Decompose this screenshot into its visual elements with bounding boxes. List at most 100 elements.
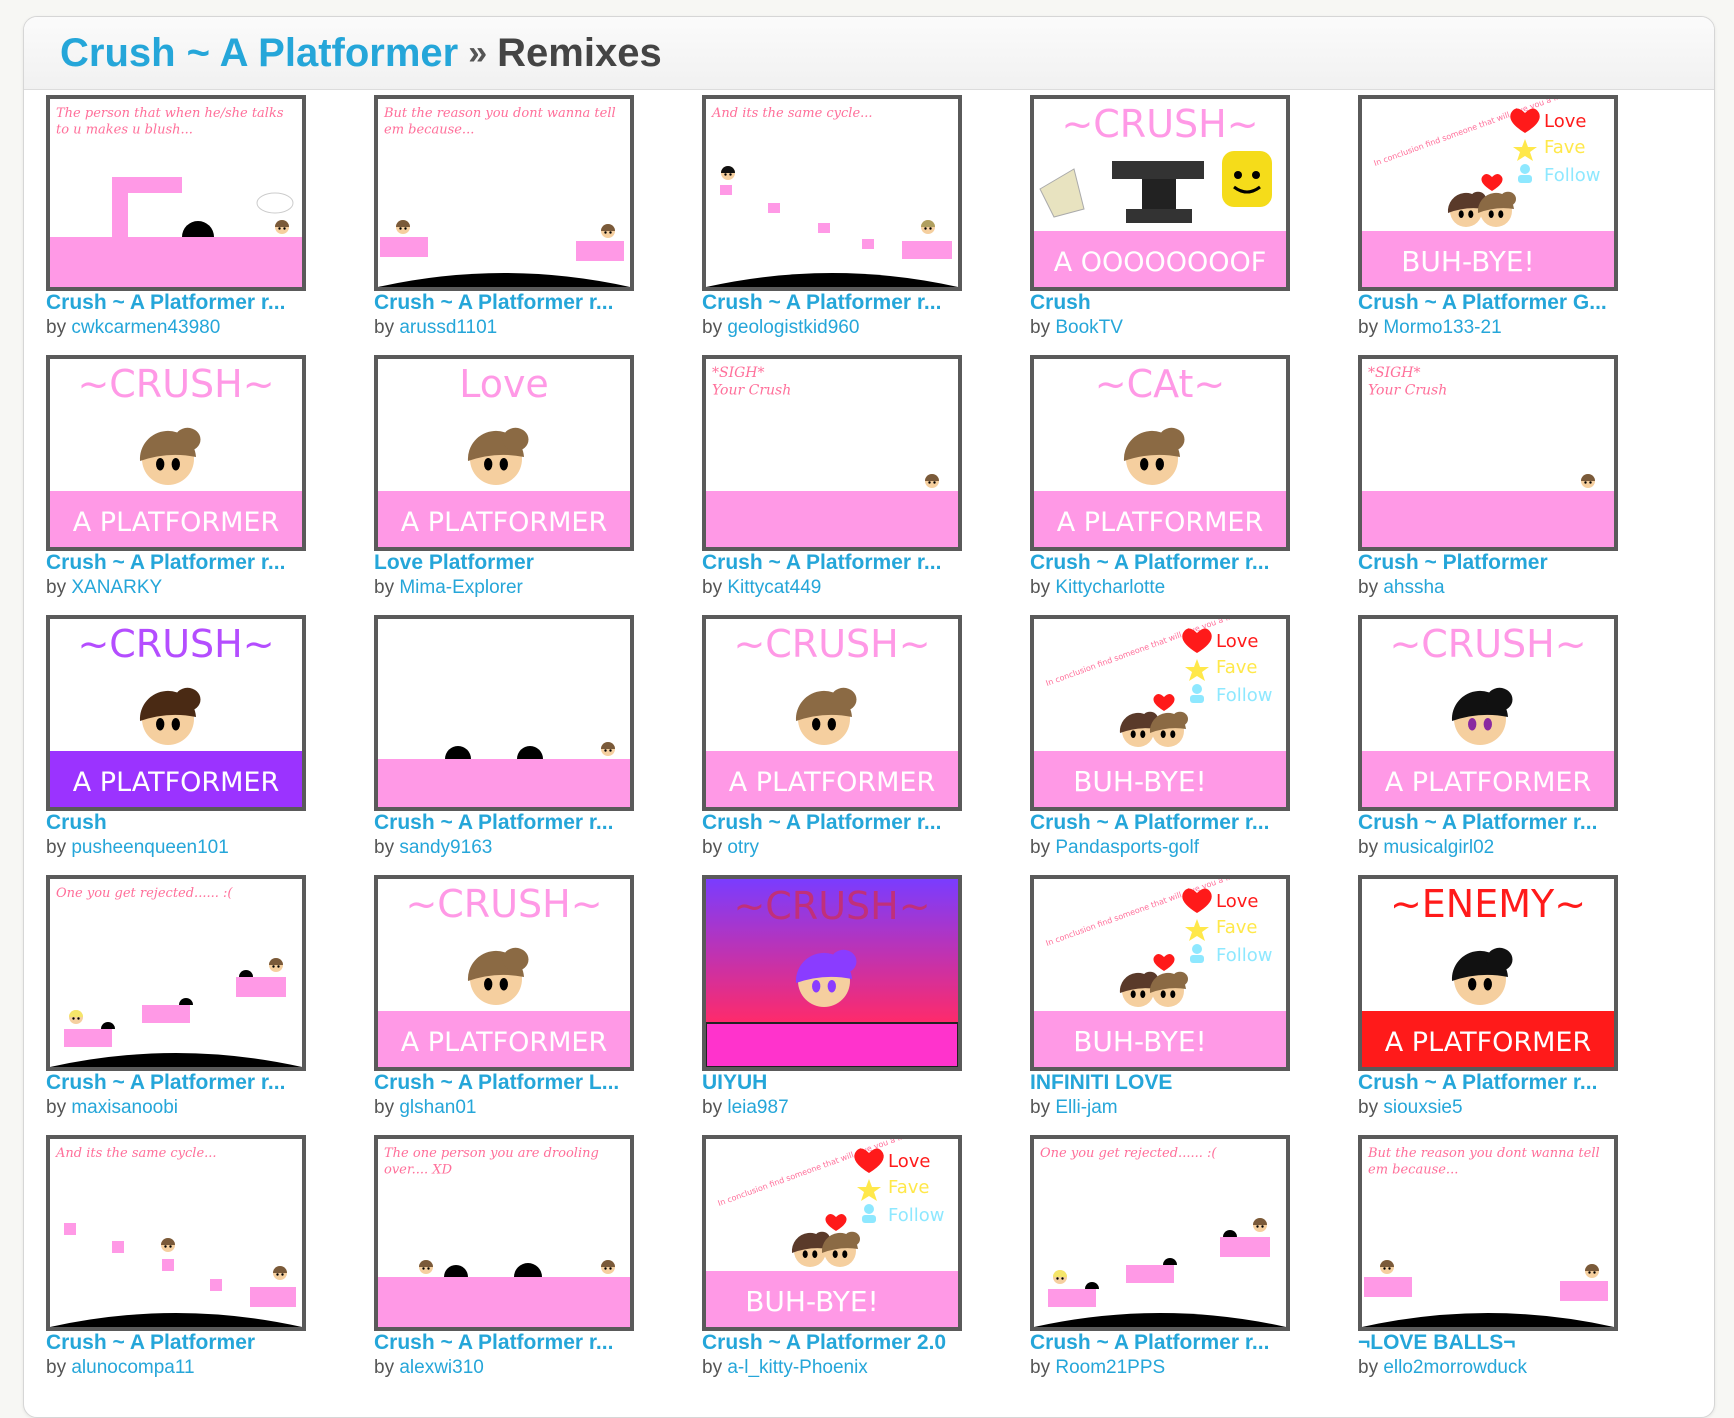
- author-link[interactable]: cwkcarmen43980: [71, 317, 220, 338]
- author-link[interactable]: Mima-Explorer: [399, 577, 523, 598]
- project-title-link[interactable]: Crush ~ A Platformer: [46, 1331, 346, 1355]
- project-title-link[interactable]: Crush: [1030, 291, 1330, 315]
- project-thumbnail[interactable]: But the reason you dont wanna tell em bec…: [374, 95, 634, 291]
- author-link[interactable]: alexwi310: [399, 1357, 484, 1378]
- love-label: Love: [1544, 111, 1586, 132]
- project-title-link[interactable]: Crush ~ A Platformer r...: [1358, 811, 1658, 835]
- by-label: by: [46, 837, 67, 858]
- author-link[interactable]: ahssha: [1383, 577, 1444, 598]
- project-thumbnail[interactable]: Love A PLATFORMER: [374, 355, 634, 551]
- project-thumbnail[interactable]: ~CRUSH~ A OOOOOOOOF: [1030, 95, 1290, 291]
- project-thumbnail[interactable]: [374, 615, 634, 811]
- project-title-link[interactable]: Crush ~ A Platformer r...: [702, 551, 1002, 575]
- project-thumbnail[interactable]: In conclusion find someone that will giv…: [1030, 615, 1290, 811]
- author-link[interactable]: glshan01: [399, 1097, 476, 1118]
- project-thumbnail[interactable]: In conclusion find someone that will giv…: [1358, 95, 1618, 291]
- author-link[interactable]: geologistkid960: [727, 317, 859, 338]
- project-title-link[interactable]: Crush ~ A Platformer 2.0: [702, 1331, 1002, 1355]
- project-thumbnail[interactable]: ~CRUSH~ A PLATFORMER: [374, 875, 634, 1071]
- project-title-link[interactable]: UIYUH: [702, 1071, 1002, 1095]
- project-thumbnail[interactable]: In conclusion find someone that will giv…: [1030, 875, 1290, 1071]
- enemy-blob: [179, 998, 193, 1005]
- project-title-link[interactable]: INFINITI LOVE: [1030, 1071, 1330, 1095]
- author-link[interactable]: Kittycharlotte: [1055, 577, 1165, 598]
- project-thumbnail[interactable]: And its the same cycle...: [46, 1135, 306, 1331]
- project-title-link[interactable]: Crush ~ A Platformer G...: [1358, 291, 1658, 315]
- project-thumbnail[interactable]: *SIGH* Your Crush: [1358, 355, 1618, 551]
- by-label: by: [374, 1357, 395, 1378]
- project-byline: by otry: [702, 837, 1002, 859]
- author-link[interactable]: BookTV: [1055, 317, 1123, 338]
- project-thumbnail[interactable]: ~CRUSH~ A PLATFORMER: [702, 615, 962, 811]
- author-link[interactable]: siouxsie5: [1383, 1097, 1462, 1118]
- author-link[interactable]: Pandasports-golf: [1055, 837, 1199, 858]
- project-thumbnail[interactable]: ~CRUSH~: [702, 875, 962, 1071]
- project-title-link[interactable]: Crush ~ A Platformer r...: [46, 291, 346, 315]
- author-link[interactable]: a-l_kitty-Phoenix: [727, 1357, 867, 1378]
- thumb-caption: But the reason you dont wanna tell em bec…: [1367, 1146, 1600, 1177]
- project-title-link[interactable]: Crush ~ A Platformer r...: [374, 811, 674, 835]
- project-thumbnail[interactable]: ~CRUSH~ A PLATFORMER: [46, 615, 306, 811]
- project-title-link[interactable]: ¬LOVE BALLS¬: [1358, 1331, 1658, 1355]
- project-title-link[interactable]: Crush ~ A Platformer r...: [1030, 811, 1330, 835]
- platform-block: [1362, 491, 1614, 547]
- project-thumbnail[interactable]: One you get rejected...... :(: [1030, 1135, 1290, 1331]
- project-title-link[interactable]: Crush: [46, 811, 346, 835]
- project-thumbnail[interactable]: One you get rejected...... :(: [46, 875, 306, 1071]
- project-title-link[interactable]: Crush ~ A Platformer r...: [374, 291, 674, 315]
- author-link[interactable]: sandy9163: [399, 837, 492, 858]
- author-link[interactable]: Elli-jam: [1055, 1097, 1117, 1118]
- project-thumbnail[interactable]: The one person you are drooling over.... …: [374, 1135, 634, 1331]
- project-title-link[interactable]: Crush ~ A Platformer r...: [46, 551, 346, 575]
- project-thumbnail[interactable]: ~CRUSH~ A PLATFORMER: [1358, 615, 1618, 811]
- character-head: [467, 947, 529, 1005]
- project-title-link[interactable]: Crush ~ A Platformer: [60, 31, 458, 76]
- project-title-link[interactable]: Crush ~ A Platformer L...: [374, 1071, 674, 1095]
- project-title-link[interactable]: Crush ~ A Platformer r...: [1358, 1071, 1658, 1095]
- author-link[interactable]: leia987: [727, 1097, 788, 1118]
- project-thumbnail[interactable]: But the reason you dont wanna tell em bec…: [1358, 1135, 1618, 1331]
- author-link[interactable]: ello2morrowduck: [1383, 1357, 1527, 1378]
- project-title-link[interactable]: Crush ~ Platformer: [1358, 551, 1658, 575]
- author-link[interactable]: XANARKY: [71, 577, 162, 598]
- thumb-caption: But the reason you dont wanna tell em bec…: [383, 106, 616, 137]
- author-link[interactable]: Room21PPS: [1055, 1357, 1165, 1378]
- platform-block: [1048, 1289, 1096, 1307]
- project-title-link[interactable]: Crush ~ A Platformer r...: [702, 811, 1002, 835]
- platform-block: [1364, 1277, 1412, 1297]
- thumb-heading: ~CRUSH~: [405, 882, 602, 926]
- thumb-band-text: A PLATFORMER: [401, 507, 608, 538]
- project-title-link[interactable]: Crush ~ A Platformer r...: [1030, 1331, 1330, 1355]
- by-label: by: [46, 317, 67, 338]
- project-card: In conclusion find someone that will giv…: [1358, 95, 1658, 355]
- player-sprite: [1380, 1260, 1394, 1274]
- project-byline: by ahssha: [1358, 577, 1658, 599]
- project-thumbnail[interactable]: And its the same cycle...: [702, 95, 962, 291]
- project-thumbnail[interactable]: ~ENEMY~ A PLATFORMER: [1358, 875, 1618, 1071]
- project-thumbnail[interactable]: *SIGH* Your Crush: [702, 355, 962, 551]
- author-link[interactable]: arussd1101: [399, 317, 497, 338]
- thumb-heading: ~CAt~: [1095, 362, 1225, 406]
- player-sprite: [1585, 1264, 1599, 1278]
- platform-block: [236, 977, 286, 997]
- author-link[interactable]: Mormo133-21: [1383, 317, 1501, 338]
- platform-block: [818, 223, 830, 233]
- author-link[interactable]: otry: [727, 837, 759, 858]
- author-link[interactable]: musicalgirl02: [1383, 837, 1494, 858]
- project-thumbnail[interactable]: The person that when he/she talks to u ma…: [46, 95, 306, 291]
- project-thumbnail[interactable]: ~CRUSH~ A PLATFORMER: [46, 355, 306, 551]
- author-link[interactable]: maxisanoobi: [71, 1097, 178, 1118]
- project-title-link[interactable]: Crush ~ A Platformer r...: [46, 1071, 346, 1095]
- project-title-link[interactable]: Love Platformer: [374, 551, 674, 575]
- by-label: by: [46, 577, 67, 598]
- author-link[interactable]: pusheenqueen101: [71, 837, 228, 858]
- project-title-link[interactable]: Crush ~ A Platformer r...: [374, 1331, 674, 1355]
- by-label: by: [1358, 1097, 1379, 1118]
- author-link[interactable]: Kittycat449: [727, 577, 821, 598]
- project-title-link[interactable]: Crush ~ A Platformer r...: [1030, 551, 1330, 575]
- project-title-link[interactable]: Crush ~ A Platformer r...: [702, 291, 1002, 315]
- project-thumbnail[interactable]: ~CAt~ A PLATFORMER: [1030, 355, 1290, 551]
- author-link[interactable]: alunocompa11: [71, 1357, 194, 1378]
- by-label: by: [374, 577, 395, 598]
- project-thumbnail[interactable]: In conclusion find someone that will giv…: [702, 1135, 962, 1331]
